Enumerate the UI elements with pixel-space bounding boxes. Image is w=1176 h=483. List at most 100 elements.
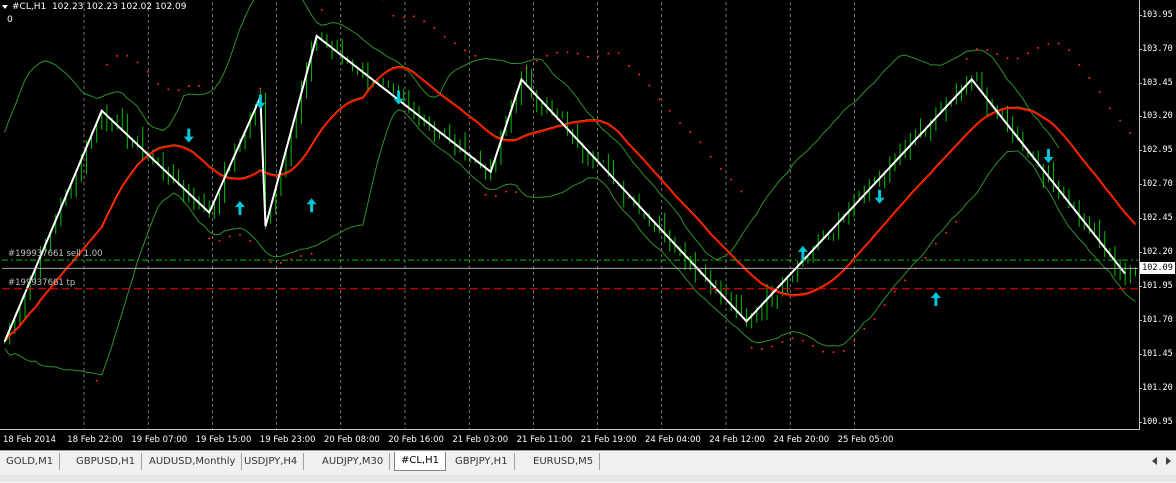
current-price-badge: 102.09 [1140,262,1175,274]
sar-dot [1078,64,1080,66]
sar-dot [1119,119,1121,121]
sar-dot [536,60,538,62]
sar-dot [648,84,650,86]
tab-gbpusd-h1[interactable]: GBPUSD,H1 [70,453,142,470]
sar-dot [116,55,118,57]
sar-dot [597,55,599,57]
upper-band-line [5,0,1059,260]
sar-dot [444,36,446,38]
sar-dot [638,74,640,76]
sar-dot [249,240,251,242]
tab-audusd-monthly[interactable]: AUDUSD,Monthly [143,453,242,470]
chart-header: #CL,H1 102.23 102.23 102.02 102.09 [2,2,187,13]
price-tick-label: 102.70 [1142,179,1173,189]
sar-dot [137,61,139,63]
sar-dot [751,347,753,349]
sar-dot [1007,57,1009,59]
time-tick-label: 19 Feb 23:00 [260,435,316,445]
scroll-left-icon[interactable] [1152,457,1157,465]
sar-dot [659,98,661,100]
sar-dot [822,351,824,353]
price-tick-label: 103.45 [1142,78,1173,88]
tab-audjpy-m30[interactable]: AUDJPY,M30 [316,453,390,470]
buy-arrow-icon [235,201,245,215]
sar-dot [433,27,435,29]
tab-cl-h1[interactable]: #CL,H1 [394,452,446,471]
sar-dot [526,67,528,69]
sar-dot [761,348,763,350]
sar-dot [1058,42,1060,44]
sar-dot [178,89,180,91]
tab-gold-m1[interactable]: GOLD,M1 [0,453,60,470]
sar-dot [474,55,476,57]
sar-dot [198,85,200,87]
scroll-right-icon[interactable] [1166,457,1171,465]
sar-dot [976,48,978,50]
sar-dot [618,52,620,54]
sar-dot [505,190,507,192]
time-tick-label: 21 Feb 11:00 [517,435,573,445]
time-tick-label: 24 Feb 12:00 [709,435,765,445]
sar-dot [1099,91,1101,93]
time-tick-label: 19 Feb 15:00 [196,435,252,445]
sar-dot [495,195,497,197]
sar-dot [935,242,937,244]
sar-dot [710,156,712,158]
sar-dot [321,9,323,11]
price-tick-label: 102.45 [1142,213,1173,223]
sar-dot [607,53,609,55]
sar-dot [270,261,272,263]
time-tick-label: 24 Feb 04:00 [645,435,701,445]
tab-usdjpy-h4[interactable]: USDJPY,H4 [238,453,304,470]
sar-dot [1068,49,1070,51]
buy-arrow-icon [931,292,941,306]
price-tick-label: 103.20 [1142,111,1173,121]
symbol-label: #CL,H1 [12,2,46,12]
sar-dot [802,340,804,342]
sar-dot [884,304,886,306]
sar-dot [689,131,691,133]
horizontal-scrollbar[interactable] [0,475,1176,481]
sar-dot [1109,107,1111,109]
time-tick-label: 25 Feb 05:00 [838,435,894,445]
sar-dot [126,55,128,57]
order-sell-label[interactable]: #199937661 sell 1.00 [8,249,103,259]
sar-dot [781,341,783,343]
sar-dot [311,253,313,255]
time-tick-label: 18 Feb 2014 [3,435,56,445]
price-tick-label: 102.20 [1142,247,1173,257]
tab-eurusd-m5[interactable]: EURUSD,M5 [527,453,600,470]
sar-dot [1037,47,1039,49]
sar-dot [679,122,681,124]
price-chart[interactable]: #CL,H1 102.23 102.23 102.02 102.09 0 #19… [0,0,1176,450]
sell-arrow-icon [875,190,885,204]
sar-dot [556,52,558,54]
price-tick-label: 103.70 [1142,44,1173,54]
buy-arrow-icon [307,198,317,212]
chart-plot-area[interactable] [0,0,1176,450]
sell-arrow-icon [1043,149,1053,163]
price-tick-label: 102.95 [1142,145,1173,155]
time-tick-label: 20 Feb 16:00 [388,435,444,445]
time-tick-label: 24 Feb 20:00 [773,435,829,445]
sar-dot [208,237,210,239]
collapse-arrow-icon[interactable] [2,5,8,9]
time-tick-label: 19 Feb 07:00 [131,435,187,445]
sar-dot [300,255,302,257]
sar-dot [812,345,814,347]
sar-dot [106,64,108,66]
sar-dot [833,351,835,353]
order-tp-label[interactable]: #199937661 tp [8,278,75,288]
sar-dot [392,15,394,17]
sar-dot [986,49,988,51]
sar-dot [167,88,169,90]
time-tick-label: 21 Feb 03:00 [452,435,508,445]
tab-gbpjpy-h1[interactable]: GBPJPY,H1 [449,453,515,470]
sar-dot [403,17,405,19]
sar-dot [587,56,589,58]
time-tick-label: 20 Feb 08:00 [324,435,380,445]
sar-dot [96,380,98,382]
sar-dot [239,234,241,236]
sar-dot [730,178,732,180]
chart-tab-bar: GOLD,M1 GBPUSD,H1AUDUSD,MonthlyUSDJPY,H4 A… [0,450,1176,483]
